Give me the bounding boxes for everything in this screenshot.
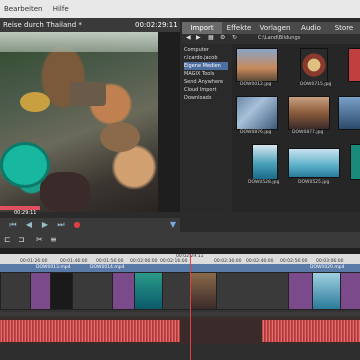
transition-clip[interactable]: [340, 272, 360, 310]
folder-item[interactable]: r.lcardo.jacob: [184, 54, 228, 62]
audio-waveform[interactable]: [0, 320, 180, 342]
clip-header-row: DOW0013.mp4 DOW0014.mp4 DOW0020.mp4: [0, 264, 360, 272]
audio-waveform[interactable]: [262, 320, 360, 342]
folder-item[interactable]: Cloud Import: [184, 86, 228, 94]
clip-label: DOW0014.mp4: [90, 265, 125, 270]
thumbnail-label: DOW0012.jpg: [240, 82, 272, 87]
project-title: Reise durch Thailand *: [3, 21, 82, 29]
preview-timecode: 00:02:29:11: [135, 21, 178, 29]
thumbnail-label: DOW0528.jpg: [248, 180, 280, 185]
thumbnail[interactable]: [236, 96, 278, 130]
video-preview[interactable]: [0, 32, 158, 212]
thumbnail-partial[interactable]: [350, 144, 360, 180]
boat-shape: [70, 82, 106, 106]
clip-label: DOW0013.mp4: [36, 265, 71, 270]
skip-start-icon[interactable]: ⏮: [8, 220, 18, 230]
media-grid: DOW0012.jpg DOW0715.jpg DOW0876.jpg DOW0…: [232, 44, 360, 212]
video-track: [0, 272, 360, 310]
menu-edit[interactable]: Bearbeiten: [0, 0, 46, 18]
tab-effects[interactable]: Effekte: [222, 22, 257, 34]
video-clip[interactable]: [312, 272, 342, 310]
video-clip[interactable]: [0, 272, 32, 310]
path-display: C:\Land\Bildungs: [258, 35, 301, 41]
refresh-icon[interactable]: ↻: [232, 34, 237, 41]
transport-bar: ⏮ ◀ ▶ ⏭ ● ▼: [0, 218, 180, 232]
scissors-icon[interactable]: ✂: [36, 235, 43, 244]
video-clip[interactable]: [134, 272, 164, 310]
tab-templates[interactable]: Vorlagen: [256, 22, 295, 34]
transition-clip[interactable]: [112, 272, 136, 310]
video-clip[interactable]: [190, 272, 218, 310]
edit-toolbar: ⊏ ⊐ ✂ ≡: [0, 232, 360, 248]
transition-clip[interactable]: [30, 272, 52, 310]
thumbnail[interactable]: [288, 148, 340, 178]
tab-store[interactable]: Store: [328, 22, 360, 34]
menu-help[interactable]: Hilfe: [49, 0, 73, 18]
back-icon[interactable]: ◀: [186, 34, 191, 41]
clip-label: DOW0020.mp4: [310, 265, 345, 270]
media-tabs: Import Effekte Vorlagen Audio Store: [182, 22, 360, 34]
record-icon[interactable]: ●: [72, 220, 82, 230]
hat-shape: [20, 92, 50, 112]
grid-icon[interactable]: ▦: [208, 34, 214, 41]
folder-item[interactable]: Downloads: [184, 94, 228, 102]
thumbnail-label: DOW0715.jpg: [300, 82, 332, 87]
thumbnail-partial[interactable]: [338, 96, 360, 130]
empty-track: [0, 344, 360, 360]
thumbnail[interactable]: [288, 96, 330, 130]
playhead[interactable]: [190, 254, 191, 360]
next-frame-icon[interactable]: ⏭: [56, 220, 66, 230]
basket-shape: [100, 122, 140, 152]
folder-item-selected[interactable]: Eigene Medien: [184, 62, 228, 70]
folder-item[interactable]: Send Anywhere: [184, 78, 228, 86]
person-shape: [40, 172, 90, 212]
folder-item[interactable]: Computer: [184, 46, 228, 54]
video-clip[interactable]: [216, 272, 290, 310]
thumbnail[interactable]: [236, 48, 278, 82]
thumbnail-label: DOW0876.jpg: [240, 130, 272, 135]
audio-track: [0, 318, 360, 344]
forward-icon[interactable]: ▶: [196, 34, 201, 41]
folder-list: Computer r.lcardo.jacob Eigene Medien MA…: [182, 44, 230, 212]
split-icon[interactable]: ⊐: [18, 235, 25, 244]
video-clip[interactable]: [72, 272, 114, 310]
marker-icon[interactable]: ▼: [168, 220, 178, 230]
play-icon[interactable]: ▶: [40, 220, 50, 230]
video-clip[interactable]: [162, 272, 192, 310]
thumbnail-label: DOW0525.jpg: [298, 180, 330, 185]
settings-icon[interactable]: ⚙: [220, 34, 225, 41]
sky-region: [0, 32, 158, 52]
tab-import[interactable]: Import: [182, 22, 223, 34]
cut-icon[interactable]: ⊏: [4, 235, 11, 244]
folder-item[interactable]: MAGIX Tools: [184, 70, 228, 78]
preview-sidebar: [158, 32, 180, 212]
preview-header: Reise durch Thailand * 00:02:29:11: [0, 18, 180, 32]
thumbnail[interactable]: [252, 144, 278, 180]
thumbnail-partial[interactable]: [348, 48, 360, 82]
tab-audio[interactable]: Audio: [294, 22, 329, 34]
prev-frame-icon[interactable]: ◀: [24, 220, 34, 230]
browser-toolbar: ◀ ▶ ▦ ⚙ ↻ C:\Land\Bildungs: [182, 34, 360, 44]
transition-clip[interactable]: [288, 272, 314, 310]
position-timecode: 00:29:11: [14, 210, 37, 216]
thumbnail[interactable]: [300, 48, 328, 82]
track-separator: [0, 312, 360, 316]
timeline-ruler[interactable]: 00:02:29:11 00:01:26:00 00:01:46:00 00:0…: [0, 254, 360, 264]
video-clip[interactable]: [50, 272, 74, 310]
menu-bar: Bearbeiten Hilfe: [0, 0, 360, 18]
teal-bowl: [0, 142, 50, 188]
ripple-icon[interactable]: ≡: [50, 235, 57, 244]
thumbnail-label: DOW0877.jpg: [292, 130, 324, 135]
